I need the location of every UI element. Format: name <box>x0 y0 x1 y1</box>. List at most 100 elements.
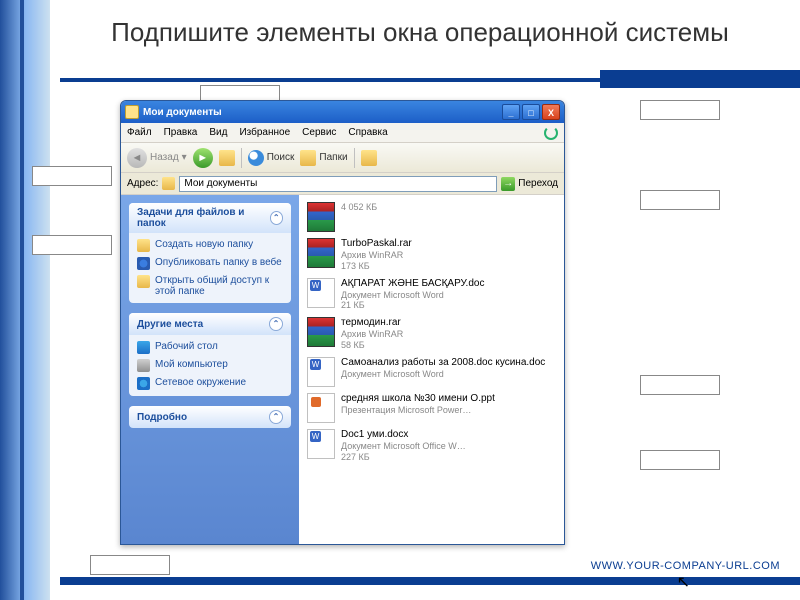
file-type: Архив WinRAR <box>341 329 403 340</box>
file-info: Doc1 уми.docxДокумент Microsoft Office W… <box>341 429 466 463</box>
address-bar: Адрес: → Переход <box>121 173 564 195</box>
separator <box>241 148 242 168</box>
slide-title: Подпишите элементы окна операционной сис… <box>80 18 760 48</box>
footer-url: WWW.YOUR-COMPANY-URL.COM <box>591 560 780 572</box>
back-icon: ◄ <box>127 148 147 168</box>
sidebar-link[interactable]: Рабочий стол <box>137 341 283 354</box>
go-label: Переход <box>518 178 558 189</box>
up-button[interactable] <box>219 150 235 166</box>
file-type: Архив WinRAR <box>341 250 412 261</box>
callout-box <box>640 190 720 210</box>
back-label: Назад <box>150 152 179 163</box>
callout-box <box>640 375 720 395</box>
forward-button[interactable]: ► <box>193 148 213 168</box>
rar-file-icon <box>307 317 335 347</box>
file-size: 21 КБ <box>341 300 484 311</box>
menu-view[interactable]: Вид <box>209 127 227 138</box>
toolbar: ◄ Назад ▾ ► Поиск Папки <box>121 143 564 173</box>
folders-label: Папки <box>319 152 347 163</box>
go-button[interactable]: → Переход <box>501 177 558 191</box>
panel-header[interactable]: Подробно ⌃ <box>129 406 291 428</box>
pi-comp-icon <box>137 359 150 372</box>
file-size: 4 052 КБ <box>341 202 377 213</box>
views-button[interactable] <box>361 150 377 166</box>
sidebar-link[interactable]: Опубликовать папку в вебе <box>137 257 283 270</box>
file-name: Самоанализ работы за 2008.doc кусина.doc <box>341 357 545 369</box>
close-button[interactable]: X <box>542 104 560 120</box>
file-item[interactable]: термодин.rarАрхив WinRAR58 КБ <box>303 314 560 354</box>
file-info: термодин.rarАрхив WinRAR58 КБ <box>341 317 403 351</box>
search-label: Поиск <box>267 152 295 163</box>
menu-favorites[interactable]: Избранное <box>239 127 290 138</box>
file-info: 4 052 КБ <box>341 202 377 213</box>
sidebar-link[interactable]: Открыть общий доступ к этой папке <box>137 275 283 297</box>
menu-help[interactable]: Справка <box>348 127 387 138</box>
panel-header[interactable]: Задачи для файлов и папок⌃ <box>129 203 291 233</box>
rar-file-icon <box>307 202 335 232</box>
file-item[interactable]: АҚПАРАТ ЖӘНЕ БАСҚАРУ.docДокумент Microso… <box>303 275 560 315</box>
sidebar-link-label: Открыть общий доступ к этой папке <box>155 275 283 297</box>
sidebar-link-label: Создать новую папку <box>155 239 253 250</box>
file-item[interactable]: средняя школа №30 имени О.pptПрезентация… <box>303 390 560 426</box>
folders-button[interactable]: Папки <box>300 150 347 166</box>
panel-title: Подробно <box>137 412 187 423</box>
pi-pub-icon <box>137 257 150 270</box>
menu-file[interactable]: Файл <box>127 127 152 138</box>
maximize-button[interactable]: □ <box>522 104 540 120</box>
callout-box <box>90 555 170 575</box>
slide: Подпишите элементы окна операционной сис… <box>0 0 800 600</box>
divider-accent <box>600 70 800 88</box>
folder-icon <box>125 105 139 119</box>
pi-desk-icon <box>137 341 150 354</box>
pi-net-icon <box>137 377 150 390</box>
rar-file-icon <box>307 238 335 268</box>
file-info: средняя школа №30 имени О.pptПрезентация… <box>341 393 495 416</box>
file-type: Презентация Microsoft Power… <box>341 405 495 416</box>
chevron-icon[interactable]: ⌃ <box>270 211 283 225</box>
folders-icon <box>300 150 316 166</box>
file-item[interactable]: TurboPaskal.rarАрхив WinRAR173 КБ <box>303 235 560 275</box>
doc-file-icon <box>307 429 335 459</box>
window-body: Задачи для файлов и папок⌃ Создать новую … <box>121 195 564 544</box>
callout-box <box>32 235 112 255</box>
sidebar-link-label: Мой компьютер <box>155 359 228 370</box>
pi-newf-icon <box>137 239 150 252</box>
search-icon <box>248 150 264 166</box>
file-info: АҚПАРАТ ЖӘНЕ БАСҚАРУ.docДокумент Microso… <box>341 278 484 312</box>
file-item[interactable]: Doc1 уми.docxДокумент Microsoft Office W… <box>303 426 560 466</box>
chevron-icon[interactable]: ⌃ <box>269 317 283 331</box>
file-size: 58 КБ <box>341 340 403 351</box>
go-arrow-icon: → <box>501 177 515 191</box>
ppt-file-icon <box>307 393 335 423</box>
file-name: АҚПАРАТ ЖӘНЕ БАСҚАРУ.doc <box>341 278 484 290</box>
titlebar[interactable]: Мои документы _ □ X <box>121 101 564 123</box>
tasks-sidebar: Задачи для файлов и папок⌃ Создать новую … <box>121 195 299 544</box>
up-folder-icon <box>219 150 235 166</box>
file-item[interactable]: Самоанализ работы за 2008.doc кусина.doc… <box>303 354 560 390</box>
file-type: Документ Microsoft Word <box>341 369 545 380</box>
address-label: Адрес: <box>127 178 158 189</box>
sidebar-link[interactable]: Создать новую папку <box>137 239 283 252</box>
window-controls: _ □ X <box>502 104 560 120</box>
sidebar-panel: Другие места⌃ Рабочий стол Мой компьютер Се… <box>129 313 291 396</box>
sidebar-panel: Задачи для файлов и папок⌃ Создать новую … <box>129 203 291 303</box>
file-name: термодин.rar <box>341 317 403 329</box>
callout-box <box>640 100 720 120</box>
panel-header[interactable]: Другие места⌃ <box>129 313 291 335</box>
chevron-icon[interactable]: ⌃ <box>269 410 283 424</box>
sidebar-link[interactable]: Сетевое окружение <box>137 377 283 390</box>
menu-edit[interactable]: Правка <box>164 127 198 138</box>
file-list: 4 052 КБ TurboPaskal.rarАрхив WinRAR173 К… <box>299 195 564 544</box>
file-info: TurboPaskal.rarАрхив WinRAR173 КБ <box>341 238 412 272</box>
search-button[interactable]: Поиск <box>248 150 295 166</box>
address-input[interactable] <box>179 176 497 192</box>
sidebar-link-label: Сетевое окружение <box>155 377 246 388</box>
file-item[interactable]: 4 052 КБ <box>303 199 560 235</box>
menu-tools[interactable]: Сервис <box>302 127 336 138</box>
back-button[interactable]: ◄ Назад ▾ <box>127 148 187 168</box>
cursor-icon: ↖ <box>677 572 690 592</box>
sidebar-link[interactable]: Мой компьютер <box>137 359 283 372</box>
minimize-button[interactable]: _ <box>502 104 520 120</box>
sidebar-link-label: Рабочий стол <box>155 341 218 352</box>
file-size: 173 КБ <box>341 261 412 272</box>
